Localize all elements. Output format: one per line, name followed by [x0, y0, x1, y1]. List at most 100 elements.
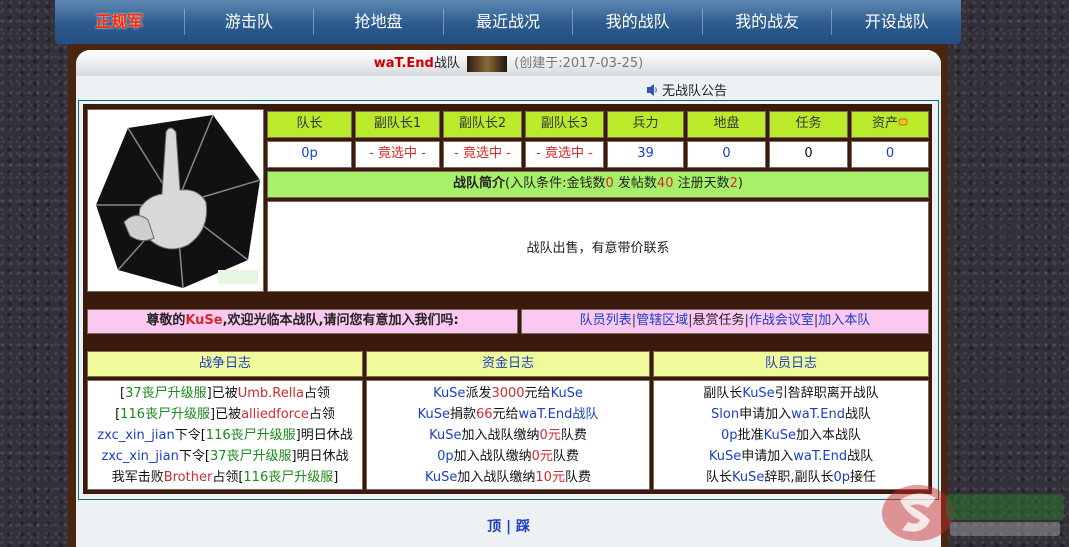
link-bounty-tasks[interactable]: 悬赏任务	[692, 313, 744, 328]
fund-log-segment[interactable]: KuSe	[433, 386, 465, 401]
fund-log-segment[interactable]: 10元	[535, 470, 565, 485]
member-log-segment[interactable]: KuSe	[732, 470, 764, 485]
war-log-segment: 占领[	[212, 470, 244, 485]
nav-my-comrades[interactable]: 我的战友	[703, 9, 833, 35]
nav-grab-territory[interactable]: 抢地盘	[314, 9, 444, 35]
team-description: 战队出售，有意带价联系	[267, 201, 929, 292]
welcome-suffix: ,欢迎光临本战队,请问您有意加入我们吗:	[222, 313, 459, 328]
fund-log-segment[interactable]: KuSe	[429, 428, 461, 443]
top-nav: 正规军 游击队 抢地盘 最近战况 我的战队 我的战友 开设战队	[55, 0, 961, 44]
intro-label: 战队简介	[453, 176, 506, 191]
nav-regular-army[interactable]: 正规军	[55, 9, 185, 35]
nav-guerrilla[interactable]: 游击队	[185, 9, 315, 35]
fund-log-segment: 队费	[564, 470, 591, 485]
stat-tasks-value: 0	[769, 141, 848, 168]
fund-log-segment: 加入战队缴纳	[457, 470, 536, 485]
stat-territory-value[interactable]: 0	[687, 141, 766, 168]
fund-log-segment[interactable]: KuSe	[551, 386, 583, 401]
war-log-segment[interactable]: 116丧尸升级服	[206, 428, 296, 443]
war-log-segment[interactable]: 37丧尸升级服	[210, 449, 292, 464]
intro-posts-label: 发帖数	[613, 176, 657, 191]
nav-my-team[interactable]: 我的战队	[573, 9, 703, 35]
stat-vice3-value: - 竟选中 -	[525, 141, 604, 168]
top-link[interactable]: 顶	[487, 519, 501, 535]
member-log-segment: 辞职,副队长	[764, 470, 834, 485]
link-join-team[interactable]: 加入本队	[818, 313, 870, 328]
intro-money: 0	[605, 176, 614, 191]
fund-log-segment[interactable]: KuSe	[425, 470, 457, 485]
fund-log-segment[interactable]: 0元	[532, 449, 553, 464]
team-logo-frame	[87, 109, 264, 292]
member-log-segment: 申请加入	[741, 449, 794, 464]
member-log-segment[interactable]: waT.End	[791, 407, 845, 422]
team-banner-image	[467, 55, 507, 72]
fund-log-segment: 队费	[552, 449, 579, 464]
fund-log-segment[interactable]: 3000	[491, 386, 524, 401]
fund-log-segment: 加入战队缴纳	[453, 449, 532, 464]
footer-separator: |	[505, 519, 512, 535]
fund-log: KuSe派发3000元给KuSe KuSe捐款66元给waT.End战队 KuSe加…	[366, 380, 650, 490]
war-log-segment[interactable]: 116丧尸升级服	[120, 407, 210, 422]
member-log-line: Slon申请加入waT.End战队	[654, 404, 928, 425]
war-log-segment[interactable]: zxc_xin_jian	[97, 428, 174, 443]
stat-header-vice3: 副队长3	[525, 111, 604, 138]
link-member-list[interactable]: 队员列表	[580, 313, 632, 328]
welcome-user: KuSe	[185, 313, 223, 328]
member-log-segment[interactable]: KuSe	[742, 386, 774, 401]
fund-log-segment: 派发	[465, 386, 492, 401]
member-log-segment[interactable]: Slon	[711, 407, 739, 422]
war-log-segment: ]	[333, 470, 339, 485]
team-suffix: 战队	[433, 56, 460, 71]
intro-days-label: 注册天数	[673, 176, 730, 191]
war-log-segment[interactable]: Brother	[164, 470, 213, 485]
nav-create-team[interactable]: 开设战队	[832, 9, 961, 35]
fund-log-segment: 加入战队缴纳	[461, 428, 540, 443]
member-log-segment[interactable]: 0p	[833, 470, 850, 485]
war-log-segment[interactable]: 116丧尸升级服	[243, 470, 333, 485]
war-log-segment[interactable]: 37丧尸升级服	[125, 386, 207, 401]
member-log-segment[interactable]: 0p	[721, 428, 738, 443]
war-log-segment: ]明日休战	[291, 449, 349, 464]
member-log-segment[interactable]: waT.End	[793, 449, 847, 464]
fund-log-segment: 元给	[524, 386, 551, 401]
war-log-segment[interactable]: zxc_xin_jian	[101, 449, 178, 464]
war-log-segment: 我军击败	[111, 470, 164, 485]
intro-posts: 40	[656, 176, 674, 191]
intro-days: 2	[729, 176, 738, 191]
fund-log-line: 0p加入战队缴纳0元队费	[367, 446, 649, 467]
team-name[interactable]: waT.End	[374, 56, 434, 71]
welcome-message: 尊敬的KuSe,欢迎光临本战队,请问您有意加入我们吗:	[87, 309, 518, 334]
fund-log-segment[interactable]: 0p	[437, 449, 454, 464]
war-log-line: zxc_xin_jian下令[37丧尸升级服]明日休战	[88, 446, 362, 467]
war-log-line: 我军击败Brother占领[116丧尸升级服]	[88, 467, 362, 488]
war-log-segment: 下令[	[174, 428, 206, 443]
member-log-segment[interactable]: KuSe	[764, 428, 796, 443]
notice-text: 无战队公告	[662, 84, 728, 99]
nav-recent-battles[interactable]: 最近战况	[444, 9, 574, 35]
stat-assets-value[interactable]: 0	[851, 141, 929, 168]
link-jurisdiction[interactable]: 管辖区域	[636, 313, 688, 328]
war-log-segment[interactable]: alliedforce	[241, 407, 309, 422]
war-log-line: zxc_xin_jian下令[116丧尸升级服]明日休战	[88, 425, 362, 446]
link-war-room[interactable]: 作战会议室	[749, 313, 814, 328]
fund-log-segment[interactable]: KuSe	[418, 407, 450, 422]
created-date: (创建于:2017-03-25)	[514, 56, 644, 71]
war-log-segment: 占领	[308, 407, 335, 422]
member-log-line: KuSe申请加入waT.End战队	[654, 446, 928, 467]
war-log-segment[interactable]: Umb.Rella	[238, 386, 304, 401]
war-log-segment: 占领	[303, 386, 330, 401]
stat-troops-value[interactable]: 39	[607, 141, 684, 168]
footer-vote: 顶 | 踩	[76, 516, 941, 536]
step-link[interactable]: 踩	[516, 519, 530, 535]
welcome-prefix: 尊敬的	[146, 313, 186, 328]
stat-header-assets: 资产	[851, 111, 929, 138]
fund-log-segment[interactable]: waT.End战队	[519, 407, 599, 422]
stat-captain-value[interactable]: 0p	[267, 141, 352, 168]
member-log-segment[interactable]: KuSe	[709, 449, 741, 464]
fund-log-header: 资金日志	[366, 351, 650, 377]
fund-log-segment[interactable]: 66	[476, 407, 493, 422]
fund-log-segment[interactable]: 0元	[540, 428, 561, 443]
member-log-header: 队员日志	[653, 351, 929, 377]
member-log-segment: 副队长	[703, 386, 743, 401]
member-log: 副队长KuSe引咎辞职离开战队 Slon申请加入waT.End战队 0p批准KuSe…	[653, 380, 929, 490]
